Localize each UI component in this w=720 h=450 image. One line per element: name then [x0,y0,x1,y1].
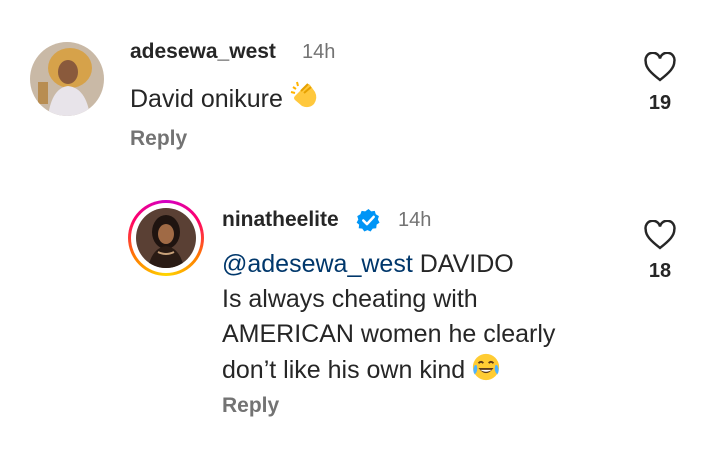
like-count: 18 [648,260,672,282]
avatar [136,208,196,268]
comment-body-line-3: AMERICAN women he clearly [222,320,556,348]
clapping-hands-icon [289,79,321,121]
like-count: 19 [648,92,672,114]
tears-of-joy-icon [471,352,501,392]
story-ring[interactable] [128,200,204,276]
comment-username[interactable]: adesewa_west [130,40,276,64]
comment-text: @adesewa_west DAVIDO Is always cheating … [222,247,642,392]
comment-text: David onikure [130,79,321,121]
heart-icon[interactable] [643,220,677,250]
comment-timestamp[interactable]: 14h [302,41,335,64]
reply-button[interactable]: Reply [130,127,187,151]
heart-icon[interactable] [643,52,677,82]
mention-link[interactable]: @adesewa_west [222,250,413,278]
comment-body-line-4: don’t like his own kind [222,356,466,384]
reply-button[interactable]: Reply [222,394,279,418]
comment-username[interactable]: ninatheelite [222,208,339,232]
like-control: 19 [640,52,680,115]
comment-body: David onikure [130,85,283,113]
comment-body-line-1: DAVIDO [419,250,514,278]
comment-timestamp[interactable]: 14h [398,209,431,232]
comment-body-line-2: Is always cheating with [222,285,478,313]
verified-badge-icon [356,208,381,238]
comment-adesewa-west: adesewa_west 14h David onikure Reply 19 [0,0,720,180]
comment-ninatheelite: ninatheelite 14h @adesewa_west DAVIDO Is… [0,180,720,450]
avatar[interactable] [30,42,104,116]
like-control: 18 [640,220,680,283]
